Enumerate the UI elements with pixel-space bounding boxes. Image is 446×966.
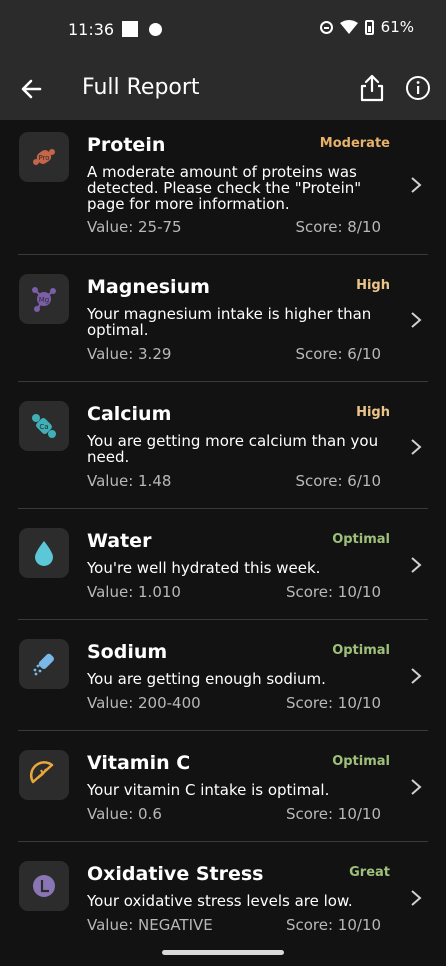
status-badge: Optimal xyxy=(332,532,390,547)
page-title: Full Report xyxy=(82,75,200,100)
chevron-right-icon xyxy=(411,557,422,573)
list-item[interactable]: Water Optimal You're well hydrated this … xyxy=(0,509,446,620)
item-name: Vitamin C xyxy=(87,752,191,774)
share-icon[interactable] xyxy=(357,73,387,103)
item-score: Score: 8/10 xyxy=(295,218,381,236)
status-right: 61% xyxy=(319,18,414,36)
battery-icon xyxy=(364,19,374,35)
gesture-nav-handle[interactable] xyxy=(162,950,284,955)
item-value: Value: 1.48 xyxy=(87,472,172,490)
item-description: Your oxidative stress levels are low. xyxy=(87,892,353,910)
chevron-right-icon xyxy=(411,668,422,684)
chevron-right-icon xyxy=(411,779,422,795)
status-badge: Moderate xyxy=(319,136,390,151)
notification-square-icon xyxy=(122,21,138,37)
item-name: Water xyxy=(87,530,152,552)
magnesium-icon: Mg xyxy=(19,274,69,324)
info-icon[interactable] xyxy=(405,75,431,101)
item-description: Your vitamin C intake is optimal. xyxy=(87,781,330,799)
status-badge: Optimal xyxy=(332,754,390,769)
wifi-icon xyxy=(339,20,358,34)
report-list: Pro Protein Moderate A moderate amount o… xyxy=(0,120,446,940)
item-score: Score: 10/10 xyxy=(285,694,381,712)
item-value: Value: 3.29 xyxy=(87,345,172,363)
item-value: Value: 25-75 xyxy=(87,218,182,236)
item-description: A moderate amount of proteins was detect… xyxy=(87,163,362,213)
app-bar: Full Report xyxy=(0,58,446,120)
list-item[interactable]: Ca Calcium High You are getting more cal… xyxy=(0,382,446,509)
item-value: Value: 200-400 xyxy=(87,694,201,712)
svg-text:Ca: Ca xyxy=(39,423,48,431)
svg-text:Pro: Pro xyxy=(38,154,49,162)
status-bar: 11:36 61% xyxy=(0,0,446,58)
item-name: Magnesium xyxy=(87,276,210,298)
item-description: You are getting enough sodium. xyxy=(87,670,326,688)
status-time: 11:36 xyxy=(68,20,115,39)
salt-shaker-icon xyxy=(19,639,69,689)
chevron-right-icon xyxy=(411,312,422,328)
item-name: Oxidative Stress xyxy=(87,863,264,885)
chevron-right-icon xyxy=(411,439,422,455)
notification-dot-icon xyxy=(149,23,162,36)
chevron-right-icon xyxy=(411,890,422,906)
oxidative-stress-icon xyxy=(19,861,69,911)
item-name: Calcium xyxy=(87,403,172,425)
item-description: Your magnesium intake is higher than opt… xyxy=(87,305,372,339)
item-name: Sodium xyxy=(87,641,168,663)
item-description: You're well hydrated this week. xyxy=(87,559,321,577)
back-arrow-icon[interactable] xyxy=(18,75,46,103)
item-score: Score: 10/10 xyxy=(285,916,381,934)
item-score: Score: 6/10 xyxy=(295,345,381,363)
item-score: Score: 6/10 xyxy=(295,472,381,490)
calcium-icon: Ca xyxy=(19,401,69,451)
status-badge: Great xyxy=(349,865,390,880)
item-value: Value: NEGATIVE xyxy=(87,916,213,934)
orange-slice-icon xyxy=(19,750,69,800)
item-description: You are getting more calcium than you ne… xyxy=(87,432,379,466)
list-item[interactable]: Vitamin C Optimal Your vitamin C intake … xyxy=(0,731,446,842)
list-item[interactable]: Sodium Optimal You are getting enough so… xyxy=(0,620,446,731)
list-item[interactable]: Oxidative Stress Great Your oxidative st… xyxy=(0,842,446,940)
item-value: Value: 0.6 xyxy=(87,805,162,823)
status-badge: Optimal xyxy=(332,643,390,658)
protein-icon: Pro xyxy=(19,132,69,182)
chevron-right-icon xyxy=(411,177,422,193)
svg-text:Mg: Mg xyxy=(39,296,49,304)
do-not-disturb-icon xyxy=(319,20,333,34)
item-name: Protein xyxy=(87,134,166,156)
item-value: Value: 1.010 xyxy=(87,583,181,601)
list-item[interactable]: Mg Magnesium High Your magnesium intake … xyxy=(0,255,446,382)
battery-level: 61% xyxy=(380,18,414,36)
item-score: Score: 10/10 xyxy=(285,583,381,601)
status-badge: High xyxy=(356,405,390,420)
list-item[interactable]: Pro Protein Moderate A moderate amount o… xyxy=(0,120,446,255)
water-drop-icon xyxy=(19,528,69,578)
status-badge: High xyxy=(356,278,390,293)
item-score: Score: 10/10 xyxy=(285,805,381,823)
